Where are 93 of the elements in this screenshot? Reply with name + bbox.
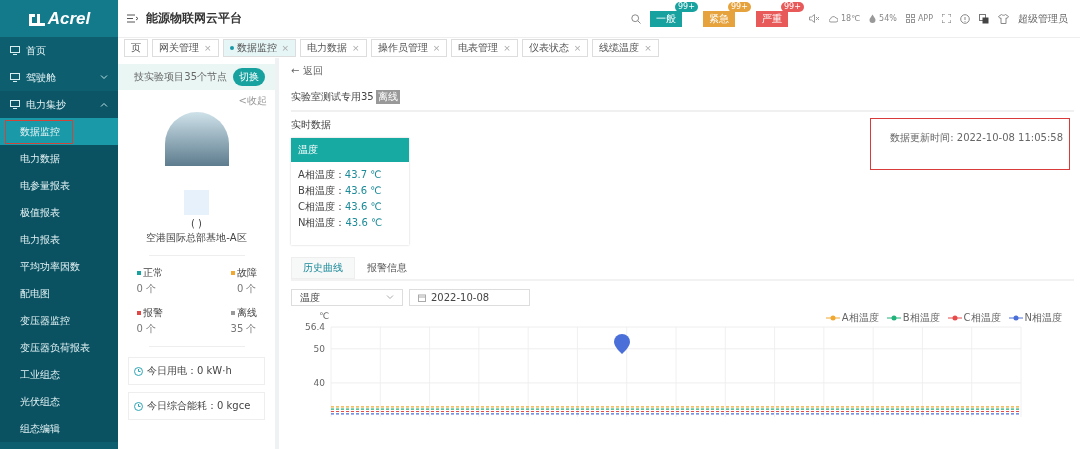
page-tab[interactable]: 页: [124, 39, 148, 57]
y-tick-label: 56.4: [304, 322, 325, 332]
metric-select[interactable]: 温度: [291, 289, 403, 306]
page-tab[interactable]: 网关管理 ×: [152, 39, 219, 57]
reading-text: A相温度：43.7 ℃: [297, 168, 383, 182]
mute-icon[interactable]: [808, 14, 820, 23]
reading-text: N相温度：43.6 ℃: [297, 216, 384, 230]
fullscreen-icon[interactable]: [942, 14, 951, 23]
sidebar-subitem[interactable]: 光伏组态: [0, 388, 118, 415]
sidebar-subitem[interactable]: 电力报表: [0, 226, 118, 253]
sidebar-subitem[interactable]: 组态编辑: [0, 415, 118, 442]
status-count: 35 个: [230, 322, 257, 336]
legend-label[interactable]: B相温度: [902, 311, 940, 325]
monitor-icon: [10, 73, 20, 82]
page-tab[interactable]: 操作员管理 ×: [370, 39, 448, 57]
date-field[interactable]: 2022-10-08: [409, 289, 530, 306]
user-name[interactable]: 超级管理员: [1018, 11, 1068, 26]
page-tab[interactable]: 电力数据 ×: [300, 39, 367, 57]
search-icon[interactable]: [630, 13, 641, 24]
status-label: 故障: [236, 266, 257, 280]
temperature-text: 18℃: [840, 14, 861, 23]
y-axis-unit: ℃: [319, 311, 330, 321]
count-badge: 99+: [728, 1, 751, 12]
site-name: 空港国际总部基地-A区: [146, 231, 247, 245]
section-title: 实时数据: [291, 118, 332, 132]
count-badge: 99+: [781, 1, 804, 12]
image-placeholder: [184, 190, 209, 215]
help-icon[interactable]: [960, 13, 970, 24]
status-badge: 离线: [375, 90, 400, 104]
page-tab[interactable]: 线缆温度 ×: [592, 39, 659, 57]
summary-text: 今日用电：0 kW·h: [147, 364, 232, 378]
status-label: 报警: [142, 306, 163, 320]
sidebar-subitem[interactable]: 配电图: [0, 280, 118, 307]
sidebar-item[interactable]: 首页: [0, 37, 118, 64]
sidebar-label: 首页: [26, 43, 47, 58]
chevron-icon: [100, 102, 108, 107]
logo-text: Acrel: [47, 8, 91, 29]
platform-title: 能源物联网云平台: [146, 10, 242, 27]
y-tick-label: 40: [313, 377, 325, 388]
summary-text: 今日综合能耗：0 kgce: [147, 399, 251, 413]
page-tab[interactable]: 电表管理 ×: [451, 39, 518, 57]
sidebar-subitem[interactable]: 工业组态: [0, 361, 118, 388]
sidebar-subitem[interactable]: 平均功率因数: [0, 253, 118, 280]
device-name: 实验室测试专用35: [291, 90, 374, 104]
chevron-icon: [100, 75, 108, 80]
menu-icon[interactable]: [127, 14, 138, 23]
page-tab[interactable]: 仪表状态 ×: [521, 39, 589, 57]
sidebar-subitem[interactable]: 变压器监控: [0, 307, 118, 334]
monitor-icon: [10, 46, 20, 55]
status-count: 0 个: [136, 322, 158, 336]
status-count: 0 个: [236, 282, 257, 296]
window-icon[interactable]: [979, 13, 989, 24]
sidebar-item[interactable]: 电力集抄: [0, 91, 118, 118]
sidebar-label: 电力集抄: [26, 97, 67, 112]
grid-icon: [905, 14, 915, 23]
max-marker-icon: [614, 334, 630, 354]
legend-label[interactable]: A相温度: [841, 311, 879, 325]
sidebar-subitem[interactable]: 极值报表: [0, 199, 118, 226]
reading-text: B相温度：43.6 ℃: [297, 184, 383, 198]
sidebar-subitem[interactable]: 变压器负荷报表: [0, 334, 118, 361]
site-code: ( ): [191, 218, 202, 229]
status-label: 离线: [236, 306, 257, 320]
sidebar-label: 驾驶舱: [26, 70, 57, 85]
app-link[interactable]: APP: [917, 14, 933, 23]
clock-icon: [134, 401, 143, 411]
page-tab[interactable]: 数据监控 ×: [222, 39, 297, 57]
legend-label[interactable]: N相温度: [1024, 311, 1062, 325]
clock-icon: [134, 366, 143, 376]
card-header: 温度: [291, 138, 409, 162]
drop-icon: [869, 14, 877, 23]
humidity-text: 54%: [879, 14, 897, 23]
shirt-icon[interactable]: [998, 13, 1009, 24]
sidebar-subitem[interactable]: 电力数据: [0, 145, 118, 172]
count-badge: 99+: [675, 1, 698, 12]
update-time: 数据更新时间: 2022-10-08 11:05:58: [890, 131, 1063, 145]
legend-label[interactable]: C相温度: [963, 311, 1001, 325]
monitor-icon: [10, 100, 20, 109]
chevron-icon: [386, 295, 394, 300]
calendar-icon: [418, 293, 426, 302]
sidebar-item[interactable]: 驾驶舱: [0, 64, 118, 91]
status-count: 0 个: [136, 282, 158, 296]
cloud-icon: [828, 14, 838, 23]
project-name: 技实验项目35个节点: [134, 70, 227, 84]
content-tab[interactable]: 历史曲线: [291, 257, 355, 279]
photo-placeholder: [164, 112, 229, 166]
reading-text: C相温度：43.6 ℃: [297, 200, 383, 214]
logo-icon: [27, 11, 46, 26]
back-link[interactable]: ← 返回: [291, 64, 1074, 78]
content-tab[interactable]: 报警信息: [355, 257, 419, 279]
y-tick-label: 50: [313, 343, 325, 354]
sidebar-subitem[interactable]: 电参量报表: [0, 172, 118, 199]
status-label: 正常: [142, 266, 163, 280]
alarm-button[interactable]: 严重: [755, 10, 788, 27]
